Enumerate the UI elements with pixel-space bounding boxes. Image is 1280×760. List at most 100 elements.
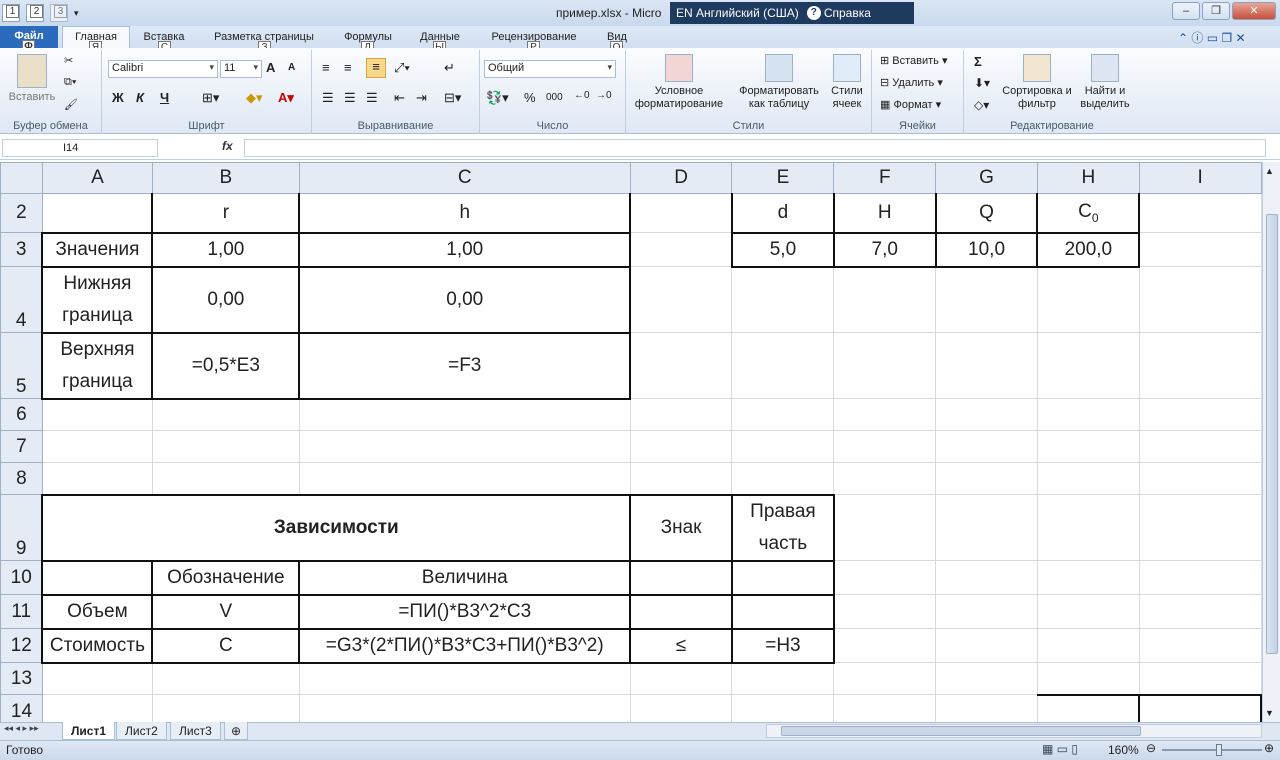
cell-g9[interactable] bbox=[935, 494, 1038, 561]
cell-f3[interactable]: 7,0 bbox=[833, 232, 937, 268]
cell[interactable] bbox=[833, 662, 937, 695]
decrease-indent-icon[interactable]: ⇤ bbox=[394, 90, 405, 106]
sheet-tab-2[interactable]: Лист2 bbox=[116, 722, 167, 740]
cell-d4[interactable] bbox=[629, 266, 733, 333]
cell[interactable] bbox=[41, 398, 153, 431]
cell[interactable] bbox=[1036, 462, 1140, 495]
cell[interactable] bbox=[935, 430, 1038, 463]
format-painter-icon[interactable]: 🖌 bbox=[64, 98, 78, 111]
cell-a3[interactable]: Значения bbox=[41, 231, 153, 268]
cell[interactable] bbox=[935, 398, 1038, 431]
cell-b12[interactable]: C bbox=[151, 628, 300, 664]
cell-b5[interactable]: =0,5*E3 bbox=[151, 332, 301, 400]
cell[interactable] bbox=[731, 398, 835, 431]
cell-c12[interactable]: =G3*(2*ПИ()*B3*C3+ПИ()*B3^2) bbox=[298, 628, 631, 664]
scroll-up-icon[interactable]: ▲ bbox=[1265, 166, 1274, 176]
row-header[interactable]: 3 bbox=[0, 232, 43, 267]
cell-i2[interactable] bbox=[1138, 193, 1262, 233]
align-bottom-icon[interactable]: ≡ bbox=[366, 58, 386, 78]
undo-icon[interactable]: 2 bbox=[26, 4, 44, 22]
cell-h10[interactable] bbox=[1036, 560, 1140, 595]
col-header-f[interactable]: F bbox=[833, 162, 937, 194]
zoom-level[interactable]: 160% bbox=[1108, 743, 1139, 757]
sheet-tab-3[interactable]: Лист3 bbox=[170, 722, 221, 740]
fill-color-icon[interactable]: ◆▾ bbox=[246, 90, 263, 106]
col-header-i[interactable]: I bbox=[1138, 162, 1262, 194]
tab-formulas[interactable]: ФормулыЛ bbox=[336, 28, 400, 54]
cell[interactable] bbox=[731, 462, 835, 495]
insert-cells-button[interactable]: ⊞ Вставить ▾ bbox=[880, 54, 948, 67]
cell-d2[interactable] bbox=[629, 193, 733, 233]
increase-decimal-icon[interactable]: ←0 bbox=[574, 90, 590, 101]
cell[interactable] bbox=[731, 694, 835, 722]
cell[interactable] bbox=[935, 694, 1038, 722]
grow-font-button[interactable]: A bbox=[266, 60, 275, 75]
cell[interactable] bbox=[629, 398, 733, 431]
format-cells-button[interactable]: ▦ Формат ▾ bbox=[880, 98, 941, 111]
font-color-icon[interactable]: A▾ bbox=[278, 90, 294, 106]
cell[interactable] bbox=[1138, 430, 1262, 463]
cell-g2[interactable]: Q bbox=[935, 193, 1039, 234]
cell-f5[interactable] bbox=[833, 332, 937, 399]
cell-g12[interactable] bbox=[935, 628, 1038, 663]
cell-d3[interactable] bbox=[629, 232, 733, 267]
bold-button[interactable]: Ж bbox=[112, 90, 124, 105]
cell[interactable] bbox=[298, 430, 631, 463]
insert-sheet-icon[interactable]: ⊕ bbox=[224, 722, 249, 740]
vertical-scrollbar[interactable]: ▲ ▼ bbox=[1262, 162, 1280, 722]
cell-c3[interactable]: 1,00 bbox=[298, 231, 632, 268]
zoom-in-icon[interactable]: ⊕ bbox=[1264, 741, 1274, 755]
row-header[interactable]: 10 bbox=[0, 560, 43, 595]
cell-f2[interactable]: H bbox=[833, 193, 937, 234]
cell[interactable] bbox=[629, 662, 733, 695]
cell[interactable] bbox=[41, 430, 153, 463]
cell-i10[interactable] bbox=[1138, 560, 1262, 595]
row-header[interactable]: 5 bbox=[0, 332, 43, 399]
cell-styles-button[interactable]: Стили ячеек bbox=[826, 54, 868, 111]
cell[interactable] bbox=[41, 662, 153, 695]
cell-f12[interactable] bbox=[833, 628, 937, 663]
cell[interactable] bbox=[151, 430, 300, 463]
cell-a11[interactable]: Объем bbox=[41, 594, 153, 630]
language-bar[interactable]: EN Английский (США) ? Справка bbox=[670, 2, 914, 24]
cell-c5[interactable]: =F3 bbox=[298, 332, 632, 400]
name-box[interactable]: I14 bbox=[2, 139, 158, 157]
scroll-down-icon[interactable]: ▼ bbox=[1265, 708, 1274, 718]
merge-cells-icon[interactable]: ⊟▾ bbox=[444, 90, 461, 106]
cell-e9[interactable]: Правая часть bbox=[730, 493, 835, 562]
font-size-select[interactable]: 11 bbox=[220, 60, 262, 78]
row-header[interactable]: 4 bbox=[0, 266, 43, 333]
col-header-g[interactable]: G bbox=[935, 162, 1038, 194]
cell[interactable] bbox=[41, 462, 153, 495]
cell-g10[interactable] bbox=[935, 560, 1038, 595]
cell-c2[interactable]: h bbox=[298, 193, 632, 233]
paste-button[interactable]: Вставить bbox=[6, 54, 58, 103]
cell-a12[interactable]: Стоимость bbox=[41, 628, 153, 664]
cell[interactable] bbox=[1036, 662, 1140, 696]
row-header[interactable]: 14 bbox=[0, 694, 43, 722]
language-indicator[interactable]: EN Английский (США) bbox=[676, 6, 799, 20]
cell[interactable] bbox=[1036, 398, 1140, 431]
borders-icon[interactable]: ⊞▾ bbox=[202, 90, 219, 106]
insert-function-button[interactable]: fx bbox=[222, 139, 233, 153]
row-header[interactable]: 7 bbox=[0, 430, 43, 463]
cell-d11[interactable] bbox=[629, 594, 733, 630]
zoom-out-icon[interactable]: ⊖ bbox=[1146, 741, 1156, 755]
cell-i3[interactable] bbox=[1138, 232, 1262, 267]
cell[interactable] bbox=[151, 662, 300, 695]
cell-i9[interactable] bbox=[1138, 494, 1262, 561]
cell-i5[interactable] bbox=[1138, 332, 1262, 399]
cell-b2[interactable]: r bbox=[151, 193, 301, 233]
redo-icon[interactable]: 3 bbox=[50, 4, 68, 22]
cell-a10[interactable] bbox=[41, 560, 153, 596]
align-right-icon[interactable]: ☰ bbox=[366, 90, 378, 106]
sheet-nav-arrows[interactable]: ◂◂ ◂ ▸ ▸▸ bbox=[4, 723, 39, 734]
cell[interactable] bbox=[833, 462, 937, 495]
delete-cells-button[interactable]: ⊟ Удалить ▾ bbox=[880, 76, 943, 89]
cell[interactable] bbox=[833, 430, 937, 463]
cell[interactable] bbox=[731, 662, 835, 695]
customize-qat-icon[interactable]: ▾ bbox=[74, 8, 79, 19]
currency-icon[interactable]: 💱▾ bbox=[486, 90, 509, 106]
cell-e3[interactable]: 5,0 bbox=[730, 232, 835, 268]
cell[interactable] bbox=[629, 694, 733, 722]
